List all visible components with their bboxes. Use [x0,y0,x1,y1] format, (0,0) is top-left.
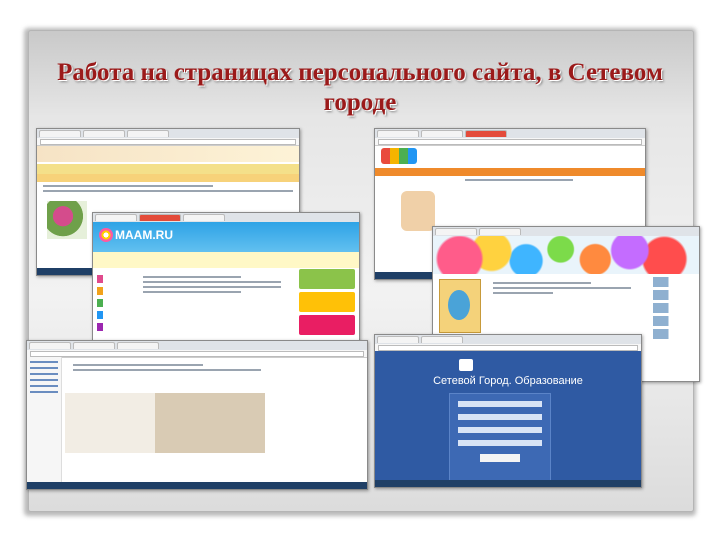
browser-tab [117,342,159,349]
address-field [378,344,638,351]
address-field [30,350,364,357]
browser-tab [465,130,507,137]
login-field [458,427,542,433]
site-name-band [37,164,299,174]
text-line [143,291,241,293]
site-logo [381,148,417,164]
friend-thumb [653,277,697,287]
flower-logo-icon [99,228,113,242]
portal-heading [67,361,267,374]
friend-thumb [653,290,697,300]
browser-tab [479,228,521,235]
browser-tab [29,342,71,349]
screenshot-distance-portal [26,340,368,490]
maam-logo-text: MAAM.RU [115,228,173,242]
menu-line [30,379,58,381]
login-form [449,393,551,487]
browser-tab [183,214,225,221]
menu-item [97,275,131,283]
browser-tab [421,130,463,137]
owl-image [401,191,435,231]
friends-list [653,277,697,342]
menu-item [97,299,131,307]
text-line [73,369,261,371]
site-header [37,146,299,162]
browser-address-bar [375,138,645,146]
browser-tab [95,214,137,221]
left-menu [27,357,62,482]
login-field [458,440,542,446]
post-content [487,279,637,297]
text-line [493,292,553,294]
browser-address-bar [27,350,367,358]
address-field [40,138,296,145]
browser-tab [39,130,81,137]
login-field [458,414,542,420]
text-line [143,276,241,278]
site-subtitle-band [37,174,299,182]
browser-tab [421,336,463,343]
text-line [43,190,293,192]
address-field [378,138,642,145]
text-line [143,286,281,288]
promo-box [299,292,355,312]
site-menu-bar [375,168,645,176]
menu-item [97,323,131,331]
book-cover-image [439,279,481,333]
windows-taskbar [27,482,367,489]
menu-line [30,361,58,363]
friend-thumb [653,329,697,339]
maam-subheader [93,252,359,268]
browser-tabbar [93,213,359,222]
browser-tabbar [375,335,641,344]
text-line [143,281,281,283]
promo-box [299,315,355,335]
browser-tab [139,214,181,221]
slide-title: Работа на страницах персонального сайта,… [57,59,663,116]
menu-item [97,287,131,295]
browser-tabbar [27,341,367,350]
browser-tab [377,130,419,137]
friend-thumb [653,316,697,326]
menu-line [30,373,58,375]
site-header [375,146,645,168]
maam-content [137,273,287,296]
maam-side-boxes [299,269,355,338]
promo-box [299,269,355,289]
netcity-logo [459,359,473,371]
netcity-body: Сетевой Город. Образование [375,351,641,487]
windows-taskbar [375,480,641,487]
browser-address-bar [37,138,299,146]
browser-tabbar [433,227,699,236]
text-line [493,282,591,284]
text-line [73,364,203,366]
browser-tab [435,228,477,235]
text-line [493,287,631,289]
screenshot-netcity: Сетевой Город. Образование [374,334,642,488]
menu-line [30,391,58,393]
text-line [43,185,214,187]
menu-line [30,385,58,387]
browser-tab [127,130,169,137]
browser-tab [377,336,419,343]
balloons-banner [433,236,699,274]
login-button [480,454,520,462]
portal-banner [65,393,265,453]
browser-tabbar [37,129,299,138]
maam-header: MAAM.RU [93,222,359,252]
text-line [465,179,573,181]
friend-thumb [653,303,697,313]
browser-tab [83,130,125,137]
menu-line [30,367,58,369]
netcity-title: Сетевой Город. Образование [433,375,583,387]
maam-side-menu [97,271,131,335]
browser-tab [73,342,115,349]
menu-item [97,311,131,319]
browser-tabbar [375,129,645,138]
flowers-image [47,201,87,239]
login-field [458,401,542,407]
